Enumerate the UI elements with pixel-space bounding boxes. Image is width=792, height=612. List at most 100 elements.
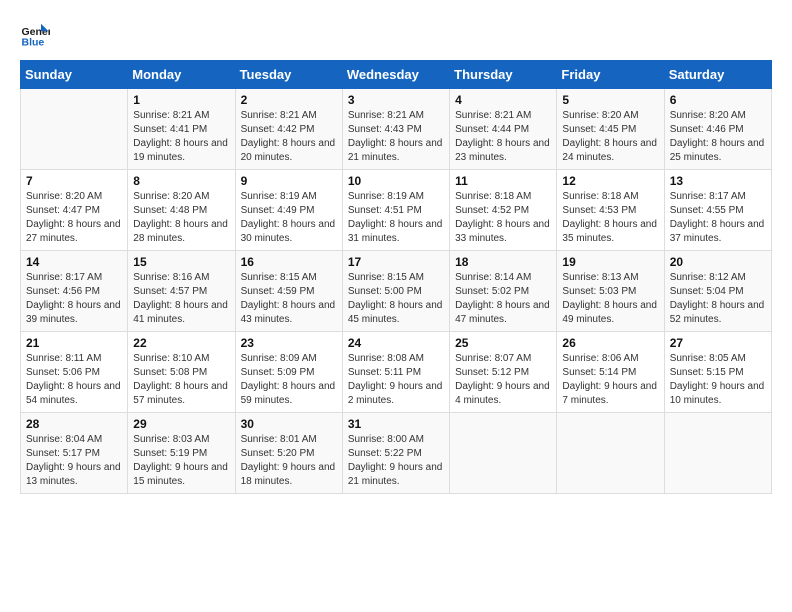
logo: General Blue: [20, 20, 50, 50]
day-info: Sunrise: 8:21 AMSunset: 4:41 PMDaylight:…: [133, 109, 229, 165]
day-number: 8: [133, 174, 229, 188]
day-number: 31: [348, 417, 444, 431]
day-info: Sunrise: 8:13 AMSunset: 5:03 PMDaylight:…: [562, 271, 658, 327]
calendar-cell: 16 Sunrise: 8:15 AMSunset: 4:59 PMDayligh…: [235, 251, 342, 332]
day-info: Sunrise: 8:12 AMSunset: 5:04 PMDaylight:…: [670, 271, 766, 327]
calendar-cell: 7 Sunrise: 8:20 AMSunset: 4:47 PMDaylight…: [21, 170, 128, 251]
calendar-cell: [664, 413, 771, 494]
calendar-cell: 12Sunrise: 8:18 AMSunset: 4:53 PMDayligh…: [557, 170, 664, 251]
day-number: 6: [670, 93, 766, 107]
day-info: Sunrise: 8:10 AMSunset: 5:08 PMDaylight:…: [133, 352, 229, 408]
day-info: Sunrise: 8:15 AMSunset: 4:59 PMDaylight:…: [241, 271, 337, 327]
day-info: Sunrise: 8:14 AMSunset: 5:02 PMDaylight:…: [455, 271, 551, 327]
day-info: Sunrise: 8:17 AMSunset: 4:55 PMDaylight:…: [670, 190, 766, 246]
day-number: 16: [241, 255, 337, 269]
day-info: Sunrise: 8:15 AMSunset: 5:00 PMDaylight:…: [348, 271, 444, 327]
day-number: 15: [133, 255, 229, 269]
day-number: 7: [26, 174, 122, 188]
day-number: 21: [26, 336, 122, 350]
week-row-5: 28 Sunrise: 8:04 AMSunset: 5:17 PMDayligh…: [21, 413, 772, 494]
day-info: Sunrise: 8:19 AMSunset: 4:49 PMDaylight:…: [241, 190, 337, 246]
calendar-cell: 22 Sunrise: 8:10 AMSunset: 5:08 PMDayligh…: [128, 332, 235, 413]
calendar-cell: 10 Sunrise: 8:19 AMSunset: 4:51 PMDayligh…: [342, 170, 449, 251]
day-number: 9: [241, 174, 337, 188]
calendar-cell: [557, 413, 664, 494]
day-info: Sunrise: 8:21 AMSunset: 4:43 PMDaylight:…: [348, 109, 444, 165]
day-info: Sunrise: 8:20 AMSunset: 4:45 PMDaylight:…: [562, 109, 658, 165]
calendar-cell: 14Sunrise: 8:17 AMSunset: 4:56 PMDayligh…: [21, 251, 128, 332]
day-number: 26: [562, 336, 658, 350]
week-row-2: 7 Sunrise: 8:20 AMSunset: 4:47 PMDaylight…: [21, 170, 772, 251]
weekday-header-sunday: Sunday: [21, 61, 128, 89]
day-number: 24: [348, 336, 444, 350]
day-info: Sunrise: 8:19 AMSunset: 4:51 PMDaylight:…: [348, 190, 444, 246]
day-info: Sunrise: 8:09 AMSunset: 5:09 PMDaylight:…: [241, 352, 337, 408]
day-number: 18: [455, 255, 551, 269]
page-header: General Blue: [20, 20, 772, 50]
day-info: Sunrise: 8:17 AMSunset: 4:56 PMDaylight:…: [26, 271, 122, 327]
weekday-header-tuesday: Tuesday: [235, 61, 342, 89]
day-number: 25: [455, 336, 551, 350]
calendar-table: SundayMondayTuesdayWednesdayThursdayFrid…: [20, 60, 772, 494]
calendar-cell: 15 Sunrise: 8:16 AMSunset: 4:57 PMDayligh…: [128, 251, 235, 332]
weekday-header-saturday: Saturday: [664, 61, 771, 89]
day-info: Sunrise: 8:11 AMSunset: 5:06 PMDaylight:…: [26, 352, 122, 408]
calendar-cell: 13 Sunrise: 8:17 AMSunset: 4:55 PMDayligh…: [664, 170, 771, 251]
week-row-1: 1 Sunrise: 8:21 AMSunset: 4:41 PMDaylight…: [21, 89, 772, 170]
day-number: 5: [562, 93, 658, 107]
calendar-cell: 3 Sunrise: 8:21 AMSunset: 4:43 PMDaylight…: [342, 89, 449, 170]
day-number: 29: [133, 417, 229, 431]
calendar-cell: 1 Sunrise: 8:21 AMSunset: 4:41 PMDaylight…: [128, 89, 235, 170]
day-number: 19: [562, 255, 658, 269]
day-number: 23: [241, 336, 337, 350]
weekday-header-monday: Monday: [128, 61, 235, 89]
calendar-body: 1 Sunrise: 8:21 AMSunset: 4:41 PMDaylight…: [21, 89, 772, 494]
day-info: Sunrise: 8:20 AMSunset: 4:46 PMDaylight:…: [670, 109, 766, 165]
calendar-cell: 8 Sunrise: 8:20 AMSunset: 4:48 PMDaylight…: [128, 170, 235, 251]
calendar-cell: 2 Sunrise: 8:21 AMSunset: 4:42 PMDaylight…: [235, 89, 342, 170]
calendar-cell: 9 Sunrise: 8:19 AMSunset: 4:49 PMDaylight…: [235, 170, 342, 251]
calendar-cell: 23 Sunrise: 8:09 AMSunset: 5:09 PMDayligh…: [235, 332, 342, 413]
weekday-header-friday: Friday: [557, 61, 664, 89]
calendar-cell: 5 Sunrise: 8:20 AMSunset: 4:45 PMDaylight…: [557, 89, 664, 170]
day-number: 28: [26, 417, 122, 431]
day-number: 4: [455, 93, 551, 107]
day-info: Sunrise: 8:08 AMSunset: 5:11 PMDaylight:…: [348, 352, 444, 408]
calendar-cell: 17 Sunrise: 8:15 AMSunset: 5:00 PMDayligh…: [342, 251, 449, 332]
day-number: 30: [241, 417, 337, 431]
calendar-cell: 30 Sunrise: 8:01 AMSunset: 5:20 PMDayligh…: [235, 413, 342, 494]
calendar-cell: 27Sunrise: 8:05 AMSunset: 5:15 PMDayligh…: [664, 332, 771, 413]
calendar-cell: [450, 413, 557, 494]
day-number: 2: [241, 93, 337, 107]
calendar-cell: [21, 89, 128, 170]
day-info: Sunrise: 8:21 AMSunset: 4:44 PMDaylight:…: [455, 109, 551, 165]
day-info: Sunrise: 8:16 AMSunset: 4:57 PMDaylight:…: [133, 271, 229, 327]
day-info: Sunrise: 8:20 AMSunset: 4:47 PMDaylight:…: [26, 190, 122, 246]
calendar-cell: 26 Sunrise: 8:06 AMSunset: 5:14 PMDayligh…: [557, 332, 664, 413]
logo-icon: General Blue: [20, 20, 50, 50]
day-info: Sunrise: 8:06 AMSunset: 5:14 PMDaylight:…: [562, 352, 658, 408]
day-info: Sunrise: 8:01 AMSunset: 5:20 PMDaylight:…: [241, 433, 337, 489]
calendar-cell: 25Sunrise: 8:07 AMSunset: 5:12 PMDayligh…: [450, 332, 557, 413]
day-number: 1: [133, 93, 229, 107]
week-row-3: 14Sunrise: 8:17 AMSunset: 4:56 PMDayligh…: [21, 251, 772, 332]
day-number: 3: [348, 93, 444, 107]
day-info: Sunrise: 8:20 AMSunset: 4:48 PMDaylight:…: [133, 190, 229, 246]
calendar-cell: 24 Sunrise: 8:08 AMSunset: 5:11 PMDayligh…: [342, 332, 449, 413]
day-number: 13: [670, 174, 766, 188]
day-number: 22: [133, 336, 229, 350]
calendar-cell: 4 Sunrise: 8:21 AMSunset: 4:44 PMDaylight…: [450, 89, 557, 170]
day-info: Sunrise: 8:18 AMSunset: 4:53 PMDaylight:…: [562, 190, 658, 246]
day-number: 11: [455, 174, 551, 188]
day-info: Sunrise: 8:00 AMSunset: 5:22 PMDaylight:…: [348, 433, 444, 489]
calendar-cell: 29 Sunrise: 8:03 AMSunset: 5:19 PMDayligh…: [128, 413, 235, 494]
day-number: 10: [348, 174, 444, 188]
day-info: Sunrise: 8:21 AMSunset: 4:42 PMDaylight:…: [241, 109, 337, 165]
day-info: Sunrise: 8:03 AMSunset: 5:19 PMDaylight:…: [133, 433, 229, 489]
calendar-cell: 6 Sunrise: 8:20 AMSunset: 4:46 PMDaylight…: [664, 89, 771, 170]
weekday-header-wednesday: Wednesday: [342, 61, 449, 89]
day-number: 17: [348, 255, 444, 269]
day-info: Sunrise: 8:04 AMSunset: 5:17 PMDaylight:…: [26, 433, 122, 489]
day-info: Sunrise: 8:18 AMSunset: 4:52 PMDaylight:…: [455, 190, 551, 246]
svg-text:Blue: Blue: [22, 37, 45, 49]
